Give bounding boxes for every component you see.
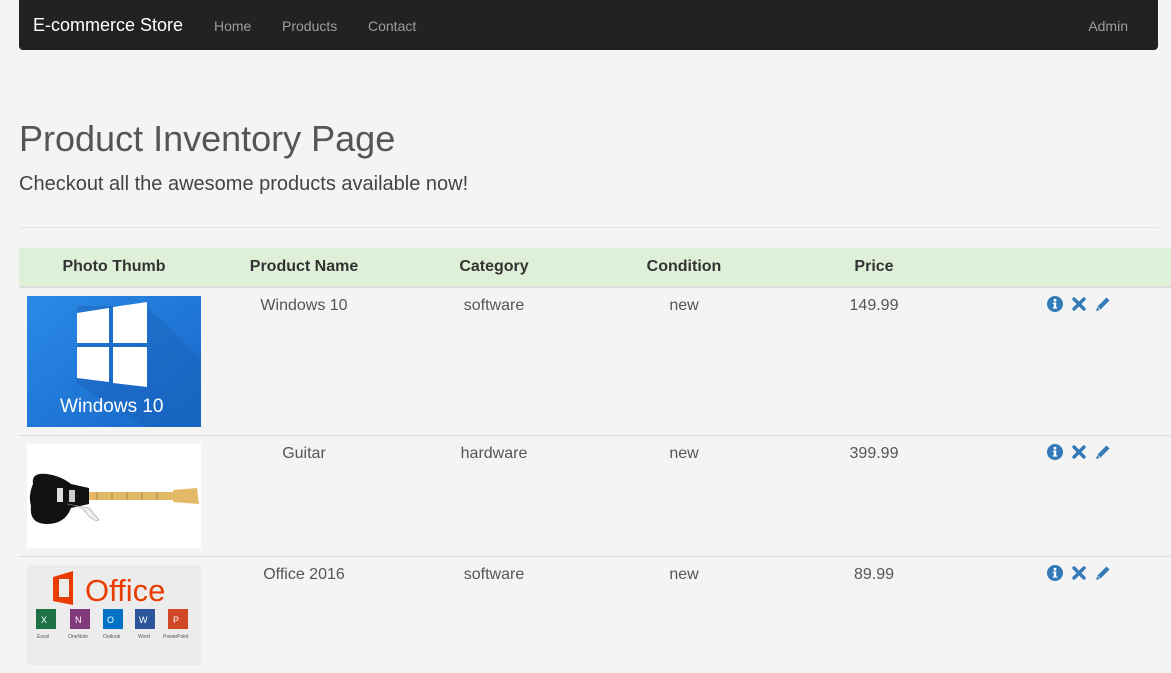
category-cell: hardware <box>399 436 589 557</box>
navbar: E-commerce Store Home Products Contact A… <box>19 0 1158 50</box>
remove-icon[interactable] <box>1071 444 1088 461</box>
condition-cell: new <box>589 287 779 436</box>
condition-cell: new <box>589 436 779 557</box>
product-name-cell: Windows 10 <box>209 287 399 436</box>
product-name-cell: Guitar <box>209 436 399 557</box>
powerpoint-label: PowerPoint <box>163 634 189 640</box>
photo-thumb-cell: Office X Excel N OneNote O Outlook W Wor… <box>19 557 209 673</box>
table-row: Windows 10 Windows 10 software new 149.9… <box>19 287 1171 436</box>
price-cell: 149.99 <box>779 287 969 436</box>
svg-text:N: N <box>75 615 82 625</box>
inventory-table: Photo Thumb Product Name Category Condit… <box>19 248 1171 673</box>
header-price: Price <box>779 248 969 287</box>
photo-thumb-cell: Windows 10 <box>19 287 209 436</box>
page-title: Product Inventory Page <box>19 118 395 160</box>
info-icon[interactable] <box>1047 444 1064 461</box>
info-icon[interactable] <box>1047 296 1064 313</box>
pencil-icon[interactable] <box>1095 444 1112 461</box>
header-product-name: Product Name <box>209 248 399 287</box>
svg-text:O: O <box>107 615 114 625</box>
table-row: Office X Excel N OneNote O Outlook W Wor… <box>19 557 1171 673</box>
pencil-icon[interactable] <box>1095 296 1112 313</box>
remove-icon[interactable] <box>1071 296 1088 313</box>
condition-cell: new <box>589 557 779 673</box>
table-header-row: Photo Thumb Product Name Category Condit… <box>19 248 1171 287</box>
header-divider <box>19 227 1158 228</box>
header-photo-thumb: Photo Thumb <box>19 248 209 287</box>
outlook-label: Outlook <box>103 634 121 640</box>
guitar-thumbnail <box>27 444 201 548</box>
price-cell: 89.99 <box>779 557 969 673</box>
product-name-cell: Office 2016 <box>209 557 399 673</box>
header-actions <box>969 248 1171 287</box>
pencil-icon[interactable] <box>1095 565 1112 582</box>
table-row: Guitar hardware new 399.99 <box>19 436 1171 557</box>
nav-admin-link[interactable]: Admin <box>1088 17 1128 35</box>
photo-thumb-cell <box>19 436 209 557</box>
excel-label: Excel <box>37 634 49 640</box>
onenote-label: OneNote <box>68 634 88 640</box>
windows-10-thumbnail: Windows 10 <box>27 296 201 427</box>
actions-cell <box>969 557 1171 673</box>
office-thumb-label: Office <box>85 573 165 608</box>
page-subtitle: Checkout all the awesome products availa… <box>19 172 468 196</box>
nav-home-link[interactable]: Home <box>214 17 251 35</box>
word-label: Word <box>138 634 150 640</box>
svg-text:P: P <box>173 615 179 625</box>
header-condition: Condition <box>589 248 779 287</box>
info-icon[interactable] <box>1047 565 1064 582</box>
svg-text:W: W <box>139 615 148 625</box>
actions-cell <box>969 287 1171 436</box>
remove-icon[interactable] <box>1071 565 1088 582</box>
windows-thumb-label: Windows 10 <box>60 396 164 417</box>
category-cell: software <box>399 287 589 436</box>
brand-link[interactable]: E-commerce Store <box>33 15 183 35</box>
nav-contact-link[interactable]: Contact <box>368 17 416 35</box>
svg-text:X: X <box>41 615 47 625</box>
category-cell: software <box>399 557 589 673</box>
office-2016-thumbnail: Office X Excel N OneNote O Outlook W Wor… <box>27 565 201 665</box>
actions-cell <box>969 436 1171 557</box>
nav-products-link[interactable]: Products <box>282 17 337 35</box>
price-cell: 399.99 <box>779 436 969 557</box>
header-category: Category <box>399 248 589 287</box>
